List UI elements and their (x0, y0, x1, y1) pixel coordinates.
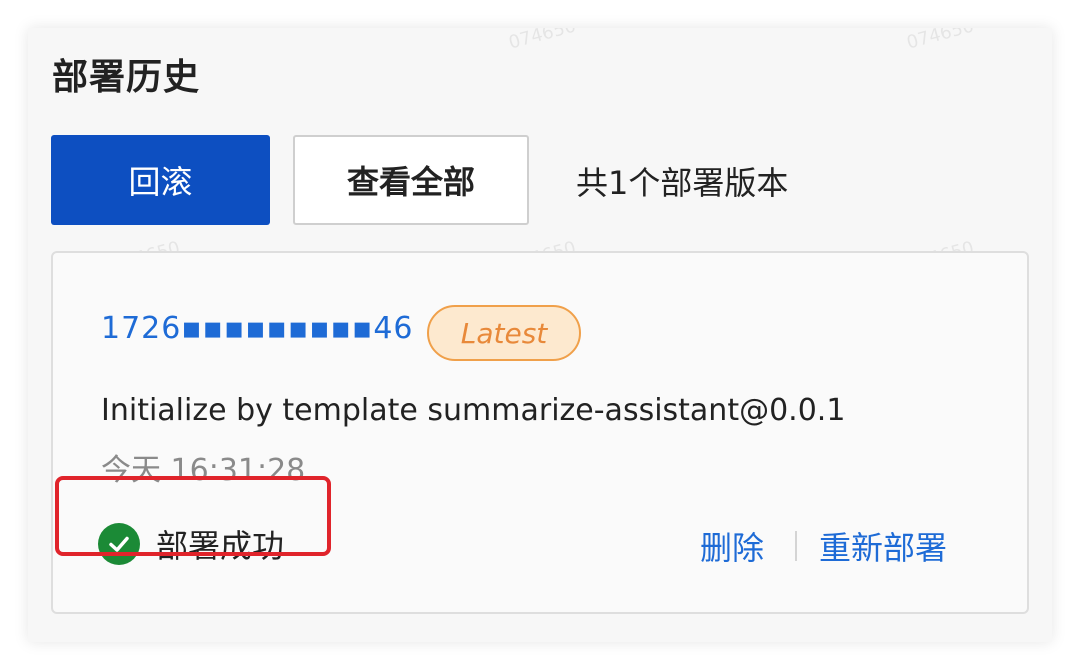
rollback-button[interactable]: 回滚 (51, 135, 270, 225)
deployment-status: 部署成功 (98, 521, 284, 567)
version-id-link[interactable]: 1726▪▪▪▪▪▪▪▪▪46 (101, 311, 414, 346)
version-count-text: 共1个部署版本 (576, 164, 789, 202)
page-title: 部署历史 (52, 57, 201, 98)
watermark: 074650 (506, 28, 579, 54)
watermark: 074650 (904, 28, 977, 54)
deployment-card: 1726▪▪▪▪▪▪▪▪▪46 Latest Initialize by tem… (51, 251, 1029, 614)
status-label: 部署成功 (156, 527, 285, 565)
deployment-timestamp: 今天 16:31:28 (101, 453, 306, 488)
view-all-button[interactable]: 查看全部 (293, 135, 529, 225)
check-circle-icon (98, 523, 140, 565)
action-divider (795, 531, 797, 561)
delete-link[interactable]: 删除 (700, 523, 764, 569)
deployment-description: Initialize by template summarize-assista… (101, 393, 846, 428)
deployment-history-panel: 074650 074650 074650 074650 074650 07465… (28, 28, 1052, 642)
redeploy-link[interactable]: 重新部署 (819, 523, 947, 569)
latest-badge: Latest (427, 305, 581, 361)
